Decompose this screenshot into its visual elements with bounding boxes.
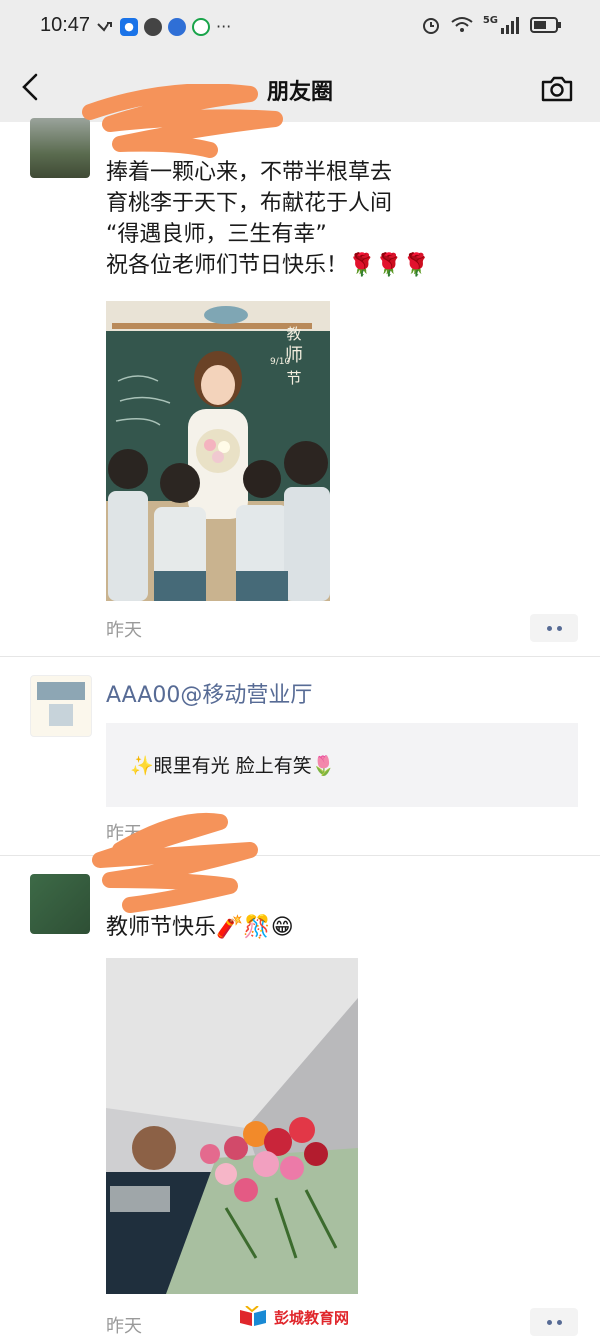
avatar-person-photo <box>49 704 73 726</box>
post-image[interactable]: 教 师 节 9/10 <box>106 301 330 601</box>
post-time: 昨天 <box>106 823 142 844</box>
chat-bubble-icon <box>144 17 162 36</box>
site-watermark: 彭城教育网 <box>238 1306 349 1328</box>
wifi-icon <box>451 17 473 32</box>
moment-post-1: 捧着一颗心来，不带半根草去 育桃李于天下，布献花于人间 “得遇良师，三生有幸” … <box>0 118 600 656</box>
post-text: 捧着一颗心来，不带半根草去 育桃李于天下，布献花于人间 “得遇良师，三生有幸” … <box>106 160 431 278</box>
blue-app-icon <box>168 17 186 36</box>
avatar-store-photo <box>37 682 85 700</box>
status-time: 10:47 <box>40 14 91 36</box>
share-text: ✨眼里有光 脸上有笑🌷 <box>130 755 336 777</box>
avatar[interactable] <box>30 874 90 934</box>
poster-char: 教 <box>286 325 302 343</box>
dot-icon <box>556 625 562 631</box>
post-image[interactable] <box>106 958 358 1294</box>
dot-icon <box>546 1319 552 1325</box>
flower-bouquet-photo <box>106 958 358 1294</box>
camera-icon[interactable] <box>540 74 574 104</box>
nav-bar: 朋友圈 <box>0 56 600 122</box>
poster-title: 教 师 节 <box>274 323 314 389</box>
app-bot-icon: ● <box>120 17 138 36</box>
poster-date: 9/10 <box>270 357 291 367</box>
more-notifications-icon: ··· <box>216 17 232 36</box>
poster-name[interactable]: AAA00@移动营业厅 <box>106 677 312 709</box>
watermark-text: 彭城教育网 <box>274 1309 350 1327</box>
notification-icons: ● ··· <box>96 17 231 36</box>
more-actions-button[interactable] <box>530 614 578 642</box>
system-icons: 5G <box>421 15 562 35</box>
status-bar: 10:47 ● ··· 5G <box>0 0 600 56</box>
dot-icon <box>546 625 552 631</box>
avatar[interactable] <box>30 675 92 737</box>
page-title: 朋友圈 <box>266 80 333 105</box>
battery-icon <box>530 17 561 33</box>
moment-post-3: 教师节快乐🧨🎊😁 昨天 <box>0 856 600 1337</box>
more-actions-button[interactable] <box>530 1308 578 1336</box>
share-card[interactable]: ✨眼里有光 脸上有笑🌷 <box>106 723 578 807</box>
avatar[interactable] <box>30 118 90 178</box>
post-time: 昨天 <box>106 1316 142 1337</box>
moment-post-2: AAA00@移动营业厅 ✨眼里有光 脸上有笑🌷 昨天 <box>0 657 600 855</box>
book-logo-icon <box>240 1306 266 1326</box>
dot-icon <box>556 1319 562 1325</box>
china-mobile-icon <box>192 17 210 36</box>
post-time: 昨天 <box>106 620 142 641</box>
signal-icon <box>501 17 519 34</box>
post-text: 教师节快乐🧨🎊😁 <box>106 915 294 940</box>
network-type: 5G <box>482 14 498 26</box>
alarm-icon <box>422 18 439 34</box>
missed-call-icon <box>97 21 112 32</box>
poster-char: 节 <box>286 369 302 387</box>
